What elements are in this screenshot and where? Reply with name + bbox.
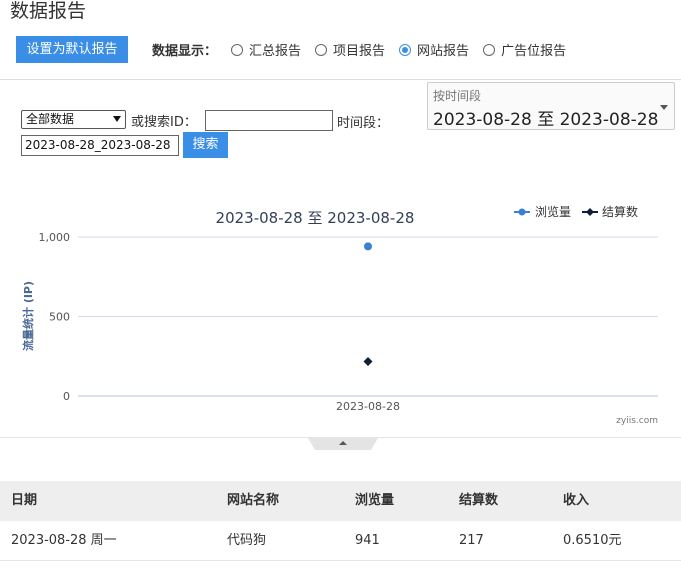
- radio-label: 项目报告: [333, 44, 386, 59]
- cell-settlements: 217: [459, 533, 484, 548]
- data-display-label: 数据显示：: [152, 44, 218, 59]
- y-axis-label: 流量统计 (IP): [21, 281, 35, 351]
- chart-legend: 浏览量 结算数: [514, 204, 638, 219]
- column-header-settlements[interactable]: 结算数: [459, 481, 498, 521]
- radio-label: 网站报告: [417, 44, 470, 59]
- radio-adslot-report[interactable]: 广告位报告: [483, 40, 566, 59]
- chevron-up-icon: [339, 441, 347, 445]
- data-point-series-0[interactable]: [364, 242, 372, 251]
- radio-button-icon[interactable]: [315, 43, 328, 56]
- report-table: 日期 网站名称 浏览量 结算数 收入 2023-08-28 周一 代码狗 941…: [0, 481, 681, 561]
- period-label: 时间段：: [337, 116, 390, 131]
- legend-diamond-icon: [586, 208, 594, 216]
- data-scope-select[interactable]: 全部数据: [21, 110, 126, 129]
- chart-title: 2023-08-28 至 2023-08-28: [216, 209, 415, 227]
- cell-pageviews: 941: [355, 533, 380, 548]
- cell-income: 0.6510元: [563, 533, 622, 548]
- table-header: 日期 网站名称 浏览量 结算数 收入: [0, 481, 681, 521]
- collapse-divider: [0, 437, 681, 438]
- radio-project-report[interactable]: 项目报告: [315, 40, 385, 59]
- report-toolbar: 设置为默认报告 数据显示： 汇总报告 项目报告 网站报告 广告位报告: [16, 36, 566, 63]
- time-range-hint: 按时间段: [433, 89, 482, 103]
- chevron-down-icon: [113, 116, 121, 122]
- table-row: 2023-08-28 周一 代码狗 941 217 0.6510元: [0, 521, 681, 561]
- radio-summary-report[interactable]: 汇总报告: [231, 40, 301, 59]
- radio-label: 汇总报告: [249, 44, 302, 59]
- radio-site-report[interactable]: 网站报告: [399, 40, 469, 59]
- time-range-value: 2023-08-28 至 2023-08-28: [433, 110, 659, 130]
- radio-label: 广告位报告: [501, 44, 567, 59]
- column-header-income[interactable]: 收入: [563, 481, 589, 521]
- legend-label: 浏览量: [535, 204, 571, 219]
- radio-button-checked-icon[interactable]: [399, 43, 412, 56]
- y-tick-label: 1,000: [39, 231, 71, 244]
- set-default-report-button[interactable]: 设置为默认报告: [16, 36, 128, 63]
- radio-button-icon[interactable]: [231, 43, 244, 56]
- caret-down-icon: [660, 105, 668, 110]
- y-tick-label: 0: [63, 390, 70, 403]
- time-range-dropdown[interactable]: 按时间段 2023-08-28 至 2023-08-28: [427, 82, 675, 130]
- traffic-chart: 2023-08-28 至 2023-08-28 浏览量 结算数 流量统计 (IP…: [0, 190, 681, 430]
- column-header-pageviews[interactable]: 浏览量: [355, 481, 394, 521]
- legend-item-pageviews[interactable]: 浏览量: [514, 204, 571, 219]
- date-range-input[interactable]: 2023-08-28_2023-08-28: [21, 135, 179, 156]
- x-axis-ticks: 2023-08-28: [336, 400, 400, 413]
- cell-site-name: 代码狗: [227, 533, 267, 548]
- y-tick-label: 500: [49, 311, 70, 324]
- data-points: [363, 242, 373, 366]
- column-header-site-name[interactable]: 网站名称: [227, 481, 279, 521]
- grid-lines: [78, 236, 658, 397]
- collapse-chart-toggle[interactable]: [308, 438, 378, 450]
- select-value: 全部数据: [26, 112, 75, 126]
- column-header-date[interactable]: 日期: [11, 481, 37, 521]
- search-id-label: 或搜索ID：: [131, 115, 197, 130]
- x-tick-label: 2023-08-28: [336, 400, 400, 413]
- chart-canvas: 2023-08-28 至 2023-08-28 浏览量 结算数 流量统计 (IP…: [21, 204, 658, 426]
- radio-button-icon[interactable]: [483, 43, 496, 56]
- divider: [0, 79, 681, 80]
- legend-circle-icon: [518, 208, 526, 216]
- chart-credit[interactable]: zyiis.com: [616, 416, 658, 426]
- y-axis-ticks: 0 500 1,000: [39, 231, 71, 403]
- search-id-input[interactable]: [205, 110, 333, 131]
- legend-label: 结算数: [602, 204, 638, 219]
- page-title: 数据报告: [10, 0, 87, 22]
- legend-item-settlements[interactable]: 结算数: [582, 204, 638, 219]
- cell-date: 2023-08-28 周一: [11, 533, 117, 548]
- search-button[interactable]: 搜索: [183, 132, 228, 158]
- data-point-series-1[interactable]: [363, 356, 373, 366]
